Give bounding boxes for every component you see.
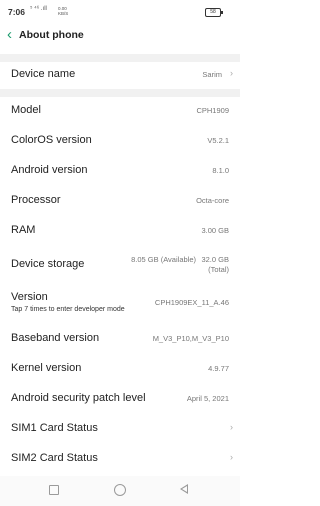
ram-row: RAM 3.00 GB <box>0 220 240 242</box>
baseband-version-row: Baseband version M_V3_P10,M_V3_P10 <box>0 328 240 350</box>
coloros-version-row: ColorOS version V5.2.1 <box>0 130 240 152</box>
android-version-label: Android version <box>11 164 88 176</box>
network-speed: 0.00 KB/S <box>58 6 68 16</box>
version-value: CPH1909EX_11_A.46 <box>154 298 229 307</box>
circle-icon[interactable] <box>114 484 126 496</box>
square-icon[interactable] <box>49 485 59 495</box>
section-divider <box>0 89 240 97</box>
device-storage-row: Device storage 8.05 GB (Available) 32.0 … <box>0 250 240 280</box>
section-divider <box>0 54 240 62</box>
security-patch-label: Android security patch level <box>11 392 146 404</box>
android-version-value: 8.1.0 <box>212 166 229 175</box>
coloros-version-value: V5.2.1 <box>207 136 229 145</box>
version-hint: Tap 7 times to enter developer mode <box>11 306 125 313</box>
page-title: About phone <box>19 29 84 41</box>
chevron-right-icon: › <box>230 422 233 432</box>
security-patch-value: April 5, 2021 <box>186 394 229 403</box>
processor-row: Processor Octa-core <box>0 190 240 212</box>
baseband-version-value: M_V3_P10,M_V3_P10 <box>152 334 229 343</box>
storage-total-label: (Total) <box>208 265 229 274</box>
status-bar: 7:06 ⁵ ⁴⁶ .ıll 0.00 KB/S 58 <box>0 0 240 22</box>
sim2-status-row[interactable]: SIM2 Card Status › <box>0 448 240 470</box>
sim1-status-label: SIM1 Card Status <box>11 422 98 434</box>
version-row[interactable]: Version Tap 7 times to enter developer m… <box>0 288 240 318</box>
android-version-row: Android version 8.1.0 <box>0 160 240 182</box>
ram-value: 3.00 GB <box>201 226 229 235</box>
processor-label: Processor <box>11 194 61 206</box>
navigation-bar <box>0 476 240 506</box>
storage-total-value: 32.0 GB <box>201 255 229 264</box>
storage-available: 8.05 GB (Available) <box>131 255 196 264</box>
ram-label: RAM <box>11 224 36 236</box>
kernel-version-value: 4.9.77 <box>208 364 229 373</box>
chevron-right-icon: › <box>230 68 233 78</box>
model-value: CPH1909 <box>196 106 229 115</box>
sim2-status-label: SIM2 Card Status <box>11 452 98 464</box>
sim1-status-row[interactable]: SIM1 Card Status › <box>0 418 240 440</box>
device-storage-label: Device storage <box>11 258 85 270</box>
version-label: Version <box>11 291 48 303</box>
battery-level: 58 <box>210 9 216 15</box>
coloros-version-label: ColorOS version <box>11 134 92 146</box>
status-time: 7:06 <box>8 7 26 17</box>
model-label: Model <box>11 104 41 116</box>
processor-value: Octa-core <box>196 196 229 205</box>
triangle-back-icon[interactable] <box>180 484 188 494</box>
security-patch-row: Android security patch level April 5, 20… <box>0 388 240 410</box>
app-bar: ‹ About phone <box>0 22 240 50</box>
chevron-left-icon[interactable]: ‹ <box>7 27 12 42</box>
device-name-row[interactable]: Device name Sarim › <box>0 62 240 86</box>
chevron-right-icon: › <box>230 452 233 462</box>
device-name-label: Device name <box>11 68 76 80</box>
battery-icon: 58 <box>205 8 223 17</box>
kernel-version-label: Kernel version <box>11 362 82 374</box>
network-speed-unit: KB/S <box>58 11 69 16</box>
kernel-version-row: Kernel version 4.9.77 <box>0 358 240 380</box>
device-name-value: Sarim <box>202 70 222 79</box>
signal-indicators: ⁵ ⁴⁶ .ıll <box>30 6 47 12</box>
baseband-version-label: Baseband version <box>11 332 100 344</box>
model-row: Model CPH1909 <box>0 100 240 122</box>
